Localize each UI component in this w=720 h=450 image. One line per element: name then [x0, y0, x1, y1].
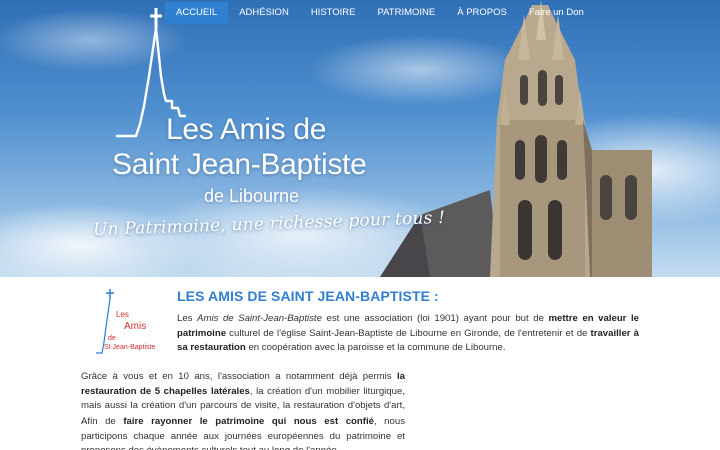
- main-navigation: ACCUEIL ADHÉSION HISTOIRE PATRIMOINE À P…: [165, 0, 595, 26]
- small-logo-les: Les: [116, 310, 129, 319]
- logo-title-line2: Saint Jean-Baptiste: [112, 148, 367, 181]
- text-span: est une association (loi 1901) ayant pou…: [321, 313, 549, 324]
- logo-title-line1: Les Amis de: [166, 113, 327, 146]
- association-name: Amis de Saint-Jean-Baptiste: [197, 313, 322, 324]
- nav-item-faire-un-don[interactable]: Faire un Don: [518, 2, 595, 24]
- text-span: culturel de l'église Saint-Jean-Baptiste…: [226, 327, 591, 339]
- small-association-logo: Les Amis de St Jean-Baptiste: [96, 289, 155, 354]
- nav-item-a-propos[interactable]: À PROPOS: [446, 2, 518, 24]
- highlight-text: faire rayonner le patrimoine qui nous es…: [123, 416, 374, 427]
- text-span: en coopération avec la paroisse et la co…: [245, 342, 506, 353]
- hero-banner: Les Amis de Saint Jean-Baptiste de Libou…: [0, 0, 720, 277]
- small-logo-amis: Amis: [124, 321, 146, 332]
- text-span: Grâce à vous et en 10 ans, l'association…: [81, 371, 397, 382]
- intro-paragraph: Les Amis de Saint-Jean-Baptiste est une …: [177, 312, 639, 356]
- small-logo-stjb: St Jean-Baptiste: [104, 344, 155, 351]
- small-logo-de: de: [108, 335, 116, 342]
- nav-item-accueil[interactable]: ACCUEIL: [165, 2, 229, 24]
- text-span: Les: [177, 313, 198, 324]
- events-paragraph: Afin de faire rayonner le patrimoine qui…: [81, 415, 405, 450]
- nav-item-histoire[interactable]: HISTOIRE: [300, 2, 367, 24]
- nav-item-adhesion[interactable]: ADHÉSION: [228, 2, 300, 24]
- nav-item-patrimoine[interactable]: PATRIMOINE: [367, 2, 447, 24]
- logo-title-line3: de Libourne: [204, 186, 300, 206]
- text-span: Afin de: [81, 416, 124, 427]
- section-title: LES AMIS DE SAINT JEAN-BAPTISTE :: [177, 288, 439, 304]
